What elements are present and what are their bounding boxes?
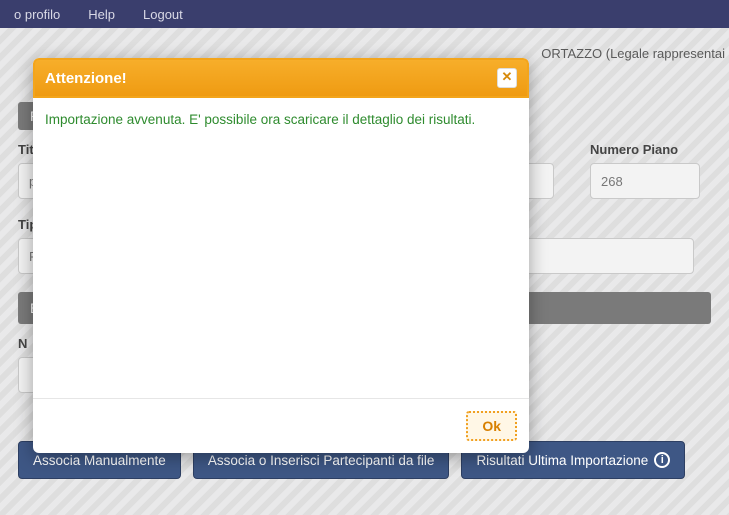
- top-nav: o profilo Help Logout: [0, 0, 729, 28]
- page-body: ORTAZZO (Legale rappresentai Pa Tit o Nu…: [0, 28, 729, 515]
- modal-footer: Ok: [33, 398, 529, 453]
- ok-button[interactable]: Ok: [466, 411, 517, 441]
- modal-title: Attenzione!: [45, 70, 127, 87]
- nav-logout[interactable]: Logout: [129, 7, 197, 22]
- close-icon[interactable]: ✕: [497, 68, 517, 88]
- modal-backdrop: Attenzione! ✕ Importazione avvenuta. E' …: [0, 28, 729, 515]
- modal-body: Importazione avvenuta. E' possibile ora …: [33, 98, 529, 398]
- modal-header: Attenzione! ✕: [33, 58, 529, 98]
- modal: Attenzione! ✕ Importazione avvenuta. E' …: [33, 58, 529, 453]
- nav-help[interactable]: Help: [74, 7, 129, 22]
- nav-profilo[interactable]: o profilo: [0, 7, 74, 22]
- modal-message: Importazione avvenuta. E' possibile ora …: [45, 112, 517, 127]
